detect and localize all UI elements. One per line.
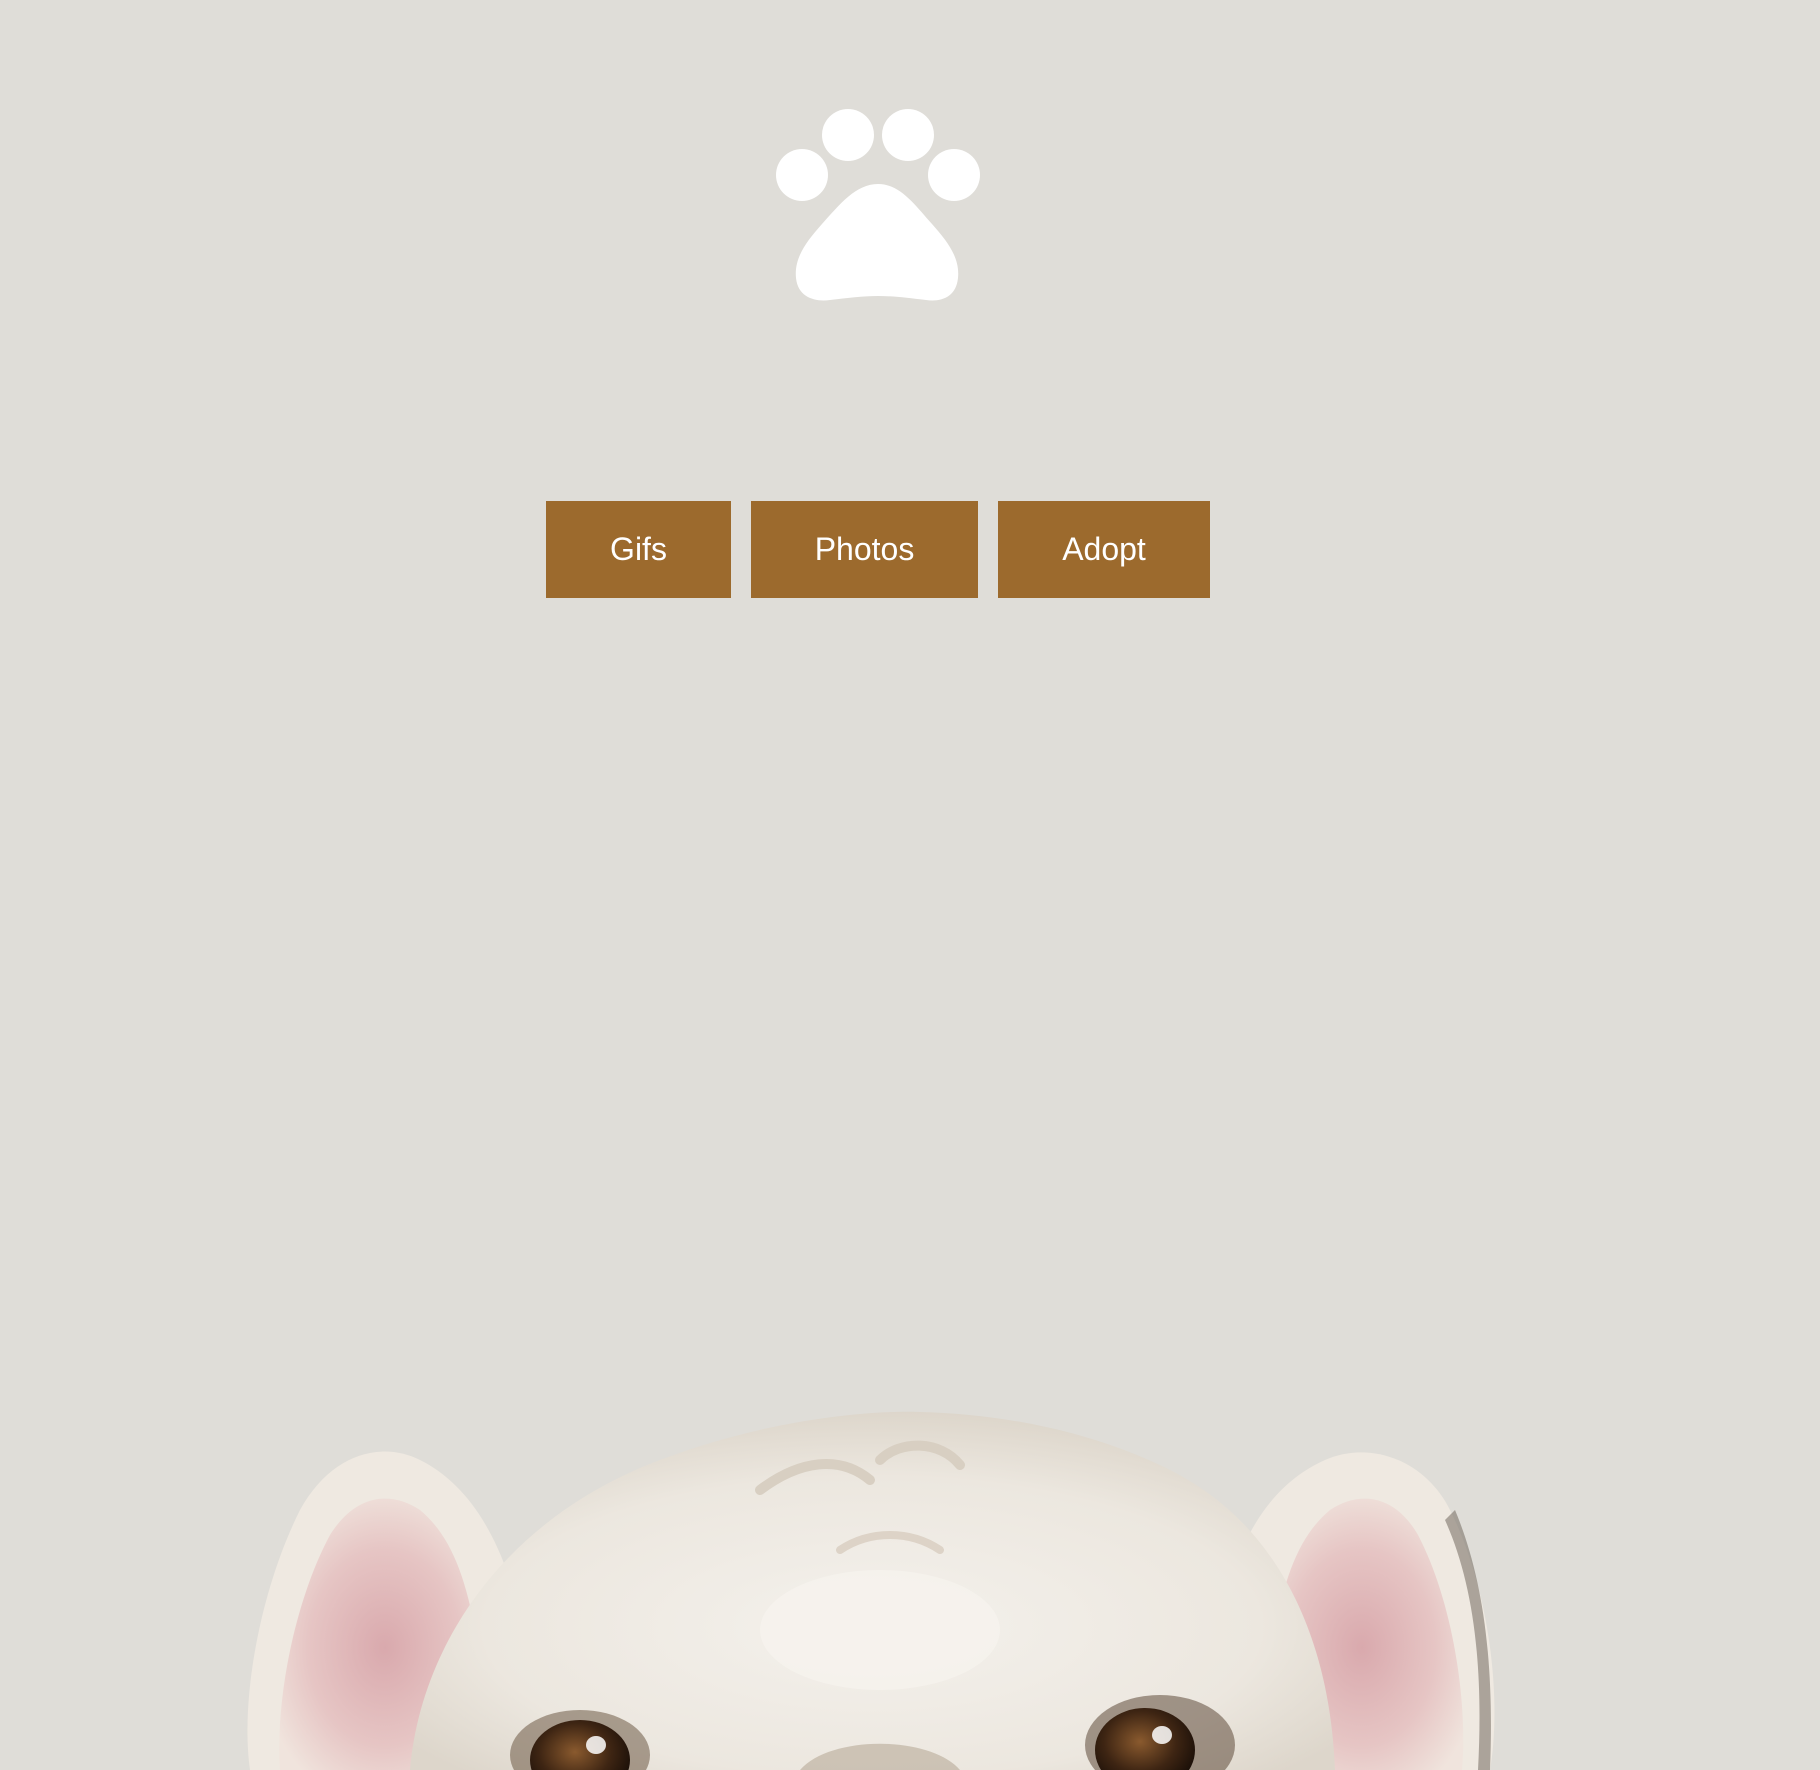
bulldog-photo — [240, 1400, 1500, 1770]
gifs-button[interactable]: Gifs — [546, 501, 731, 598]
page: Gifs Photos Adopt — [0, 0, 1820, 1770]
adopt-button[interactable]: Adopt — [998, 501, 1210, 598]
photos-button[interactable]: Photos — [751, 501, 978, 598]
paw-icon[interactable] — [776, 108, 980, 304]
